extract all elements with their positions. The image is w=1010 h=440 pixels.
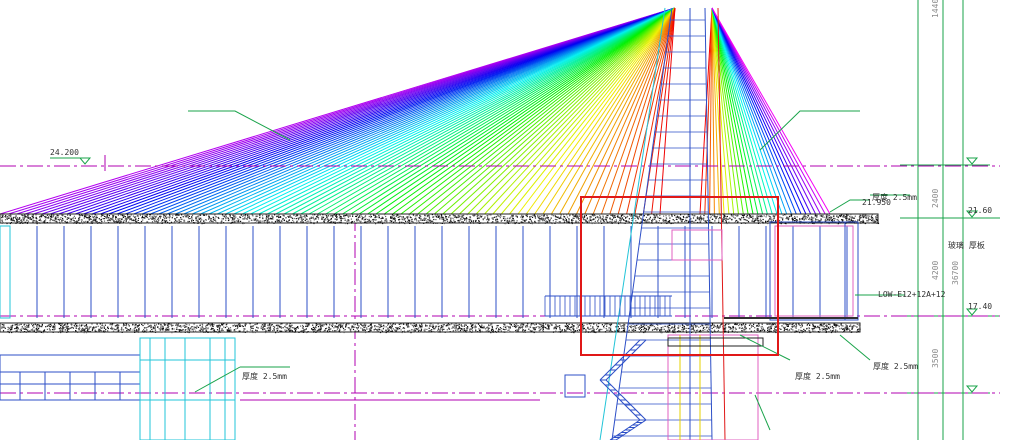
side-note: 玻璃 厚板 [948, 240, 985, 250]
cable-line [275, 7, 676, 215]
cable-line [333, 7, 676, 215]
thickness-callout-top: 厚度 2.5mm [872, 192, 917, 202]
cable-line [467, 7, 676, 215]
left-cable-fan [0, 7, 676, 215]
thickness-callout-right: 厚度 2.5mm [873, 361, 918, 371]
deck-end [0, 225, 11, 319]
cable-line [711, 7, 778, 215]
dimension-3500: 3500 [931, 349, 940, 368]
dimension-4200: 4200 [931, 261, 940, 280]
cable-line [442, 7, 676, 215]
dimension-2400: 2400 [931, 189, 940, 208]
deck-frame-verticals [0, 225, 848, 319]
cad-elevation-drawing: 24.200 21.60 17.40 21.950 1440 2400 4200… [0, 0, 1000, 440]
cable-line [358, 7, 676, 215]
elevation-24200: 24.200 [50, 148, 79, 157]
cable-line [216, 7, 676, 215]
railing [544, 295, 672, 317]
dimension-1440: 1440 [931, 0, 940, 18]
right-dimension-lines [900, 0, 1000, 440]
deck-slabs [0, 213, 880, 334]
thickness-callout-mid: 厚度 2.5mm [795, 371, 840, 381]
cable-line [711, 7, 792, 215]
left-lower-structure [0, 337, 540, 440]
elevation-markers [78, 157, 979, 393]
cable-line [200, 7, 676, 215]
right-glass-box [724, 221, 859, 321]
dimension-36700: 36700 [951, 261, 960, 285]
cable-line [384, 7, 676, 215]
cable-line [242, 7, 676, 215]
glass-spec-callout: LOW-E12+12A+12 [878, 290, 946, 299]
elevation-2160: 21.60 [968, 206, 992, 215]
elevation-1740: 17.40 [968, 302, 992, 311]
cable-line [225, 7, 676, 215]
cable-line [711, 7, 797, 215]
cable-line [417, 7, 676, 215]
thickness-callout-left: 厚度 2.5mm [242, 371, 287, 381]
